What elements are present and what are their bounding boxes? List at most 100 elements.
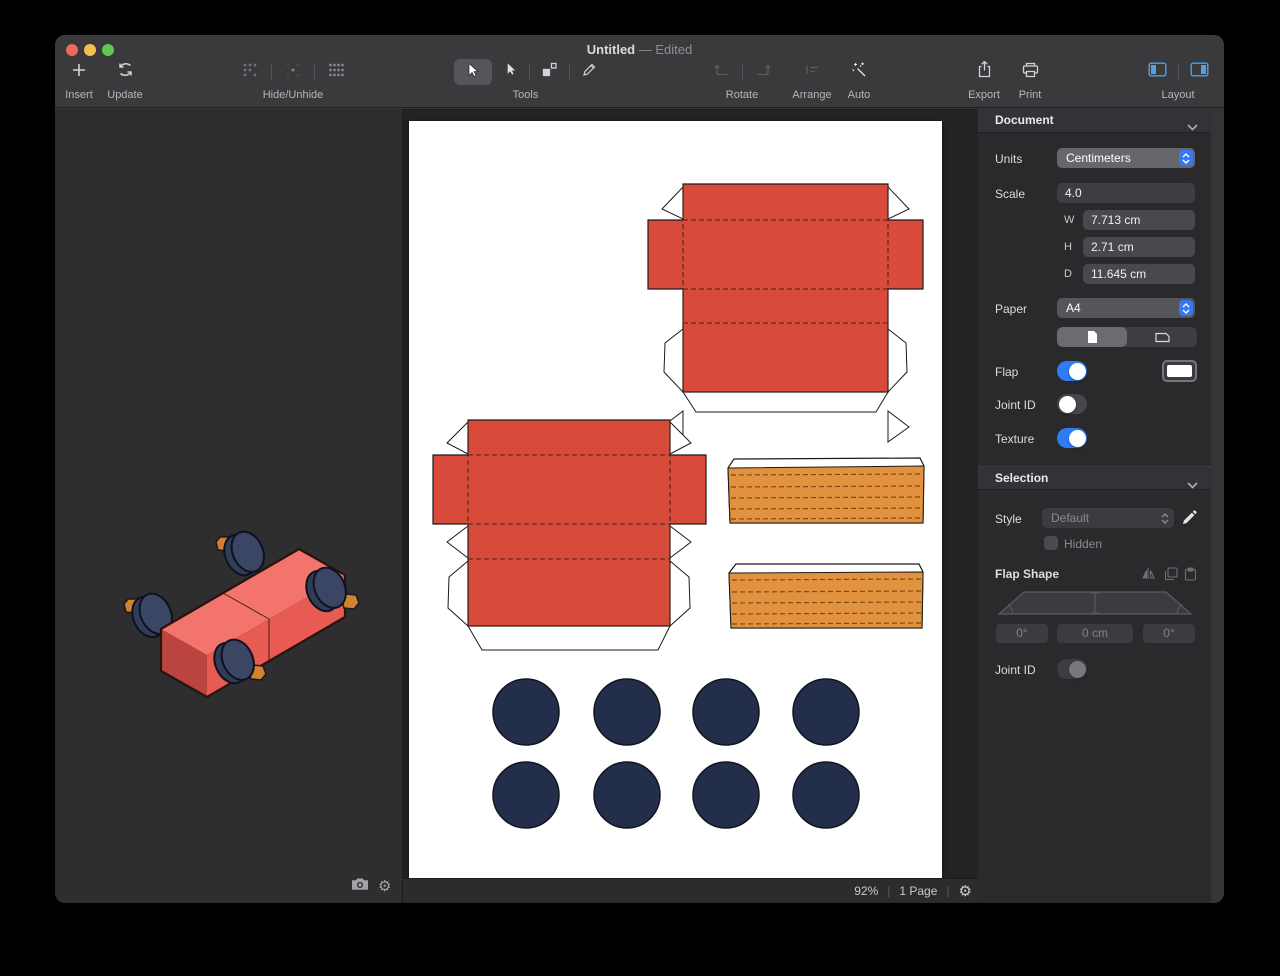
viewport-controls: ⚙ [351, 877, 391, 896]
share-icon [976, 60, 993, 84]
divider [742, 64, 743, 80]
sidebar-gutter [1211, 109, 1224, 903]
height-field[interactable]: 2.71 cm [1083, 237, 1195, 257]
stepper-icon [1158, 510, 1172, 526]
layout-group: Layout [1143, 57, 1213, 103]
divider [271, 64, 272, 80]
app-window: Untitled — Edited Insert Updat [55, 35, 1224, 903]
export-button[interactable]: Export [959, 57, 1009, 103]
unhide-all-icon[interactable] [328, 62, 344, 83]
transform-tool-button[interactable] [541, 61, 558, 83]
direct-select-tool-button[interactable] [503, 62, 518, 82]
unfold-axle-roll-2[interactable] [729, 564, 923, 628]
copy-flap-icon[interactable] [1164, 567, 1178, 586]
status-bar: 92% | 1 Page | ⚙ [403, 878, 978, 903]
hidden-checkbox[interactable] [1044, 536, 1058, 550]
stepper-icon [1179, 300, 1193, 316]
flap-color-well[interactable] [1162, 360, 1197, 382]
orientation-segmented-control [1057, 327, 1197, 347]
flap-shape-editor[interactable] [996, 589, 1194, 617]
flap-shape-label: Flap Shape [995, 567, 1059, 581]
rotate-group: Rotate [705, 57, 779, 103]
scale-field[interactable]: 4.0 [1057, 183, 1195, 203]
desktop: Untitled — Edited Insert Updat [0, 0, 1280, 976]
depth-field[interactable]: 11.645 cm [1083, 264, 1195, 284]
document-section-header[interactable]: Document [978, 109, 1211, 133]
document-title: Untitled [587, 42, 635, 57]
3d-car-model[interactable] [113, 529, 363, 719]
stepper-icon [1179, 150, 1193, 166]
divider: | [887, 884, 890, 898]
insert-button[interactable]: Insert [59, 57, 99, 103]
content-area: ⚙ [55, 109, 1224, 903]
selection-joint-id-toggle[interactable] [1057, 659, 1087, 679]
selection-joint-id-label: Joint ID [995, 663, 1036, 677]
zoom-level[interactable]: 92% [854, 884, 878, 898]
left-sidebar-layout-icon[interactable] [1148, 62, 1167, 82]
plus-icon [70, 61, 88, 84]
mirror-flap-icon[interactable] [1142, 567, 1157, 585]
joint-id-label: Joint ID [995, 398, 1036, 412]
window-title: Untitled — Edited [55, 42, 1224, 57]
page-settings-gear-icon[interactable]: ⚙ [959, 884, 972, 899]
edited-badge: Edited [655, 42, 692, 57]
width-label: W [1064, 214, 1074, 226]
layout-canvas[interactable]: 92% | 1 Page | ⚙ [402, 109, 978, 903]
flap-color-swatch [1167, 365, 1192, 377]
unfold-axle-roll-1[interactable] [728, 458, 924, 523]
inspector-sidebar: Document Units Centimeters Scale 4.0 W 7… [978, 109, 1211, 903]
style-label: Style [995, 512, 1022, 526]
right-sidebar-layout-icon[interactable] [1190, 62, 1209, 82]
units-dropdown[interactable]: Centimeters [1057, 148, 1195, 168]
divider [314, 64, 315, 80]
texture-label: Texture [995, 432, 1034, 446]
rotate-right-icon[interactable] [754, 61, 771, 83]
auto-button[interactable]: Auto [835, 57, 883, 103]
paper-dropdown[interactable]: A4 [1057, 298, 1195, 318]
page-svg [409, 121, 942, 878]
select-tool-button-active[interactable] [454, 59, 492, 85]
selection-section-header[interactable]: Selection [978, 466, 1211, 490]
update-button[interactable]: Update [105, 57, 145, 103]
snapshot-camera-button[interactable] [351, 877, 369, 896]
flap-length-field[interactable]: 0 cm [1057, 624, 1133, 643]
portrait-orientation-button[interactable] [1057, 327, 1127, 347]
width-field[interactable]: 7.713 cm [1083, 210, 1195, 230]
flap-label: Flap [995, 365, 1018, 379]
title-separator: — [639, 42, 652, 57]
units-label: Units [995, 152, 1022, 166]
unfold-wheel-discs[interactable] [493, 679, 859, 828]
flap-angle-right-field[interactable]: 0° [1143, 624, 1195, 643]
arrange-icon [804, 61, 821, 83]
divider [1178, 64, 1179, 80]
paper-label: Paper [995, 302, 1027, 316]
unfold-chassis-top[interactable] [648, 184, 923, 442]
style-dropdown[interactable]: Default [1042, 508, 1174, 528]
3d-viewport[interactable]: ⚙ [55, 109, 402, 903]
edit-style-pencil-button[interactable] [1181, 510, 1197, 531]
chevron-down-icon [1187, 474, 1198, 497]
page-count: 1 Page [899, 884, 937, 898]
viewport-settings-gear-icon[interactable]: ⚙ [378, 879, 391, 894]
unfold-chassis-bottom[interactable] [433, 420, 706, 650]
refresh-icon [116, 60, 135, 84]
joint-id-toggle[interactable] [1057, 394, 1087, 414]
a4-page[interactable] [409, 121, 942, 878]
print-button[interactable]: Print [1005, 57, 1055, 103]
divider [569, 64, 570, 80]
flap-toggle[interactable] [1057, 361, 1087, 381]
cursor-icon [465, 62, 481, 83]
flap-angle-left-field[interactable]: 0° [996, 624, 1048, 643]
hide-others-icon[interactable] [285, 62, 301, 83]
rotate-left-icon[interactable] [714, 61, 731, 83]
landscape-orientation-button[interactable] [1127, 327, 1197, 347]
paste-flap-icon[interactable] [1184, 567, 1197, 586]
hidden-label: Hidden [1064, 537, 1102, 551]
tools-group: Tools [433, 57, 618, 103]
texture-toggle[interactable] [1057, 428, 1087, 448]
scale-label: Scale [995, 187, 1025, 201]
height-label: H [1064, 241, 1072, 253]
hide-selected-icon[interactable] [242, 62, 258, 83]
pencil-tool-button[interactable] [581, 61, 598, 83]
arrange-button[interactable]: Arrange [786, 57, 838, 103]
